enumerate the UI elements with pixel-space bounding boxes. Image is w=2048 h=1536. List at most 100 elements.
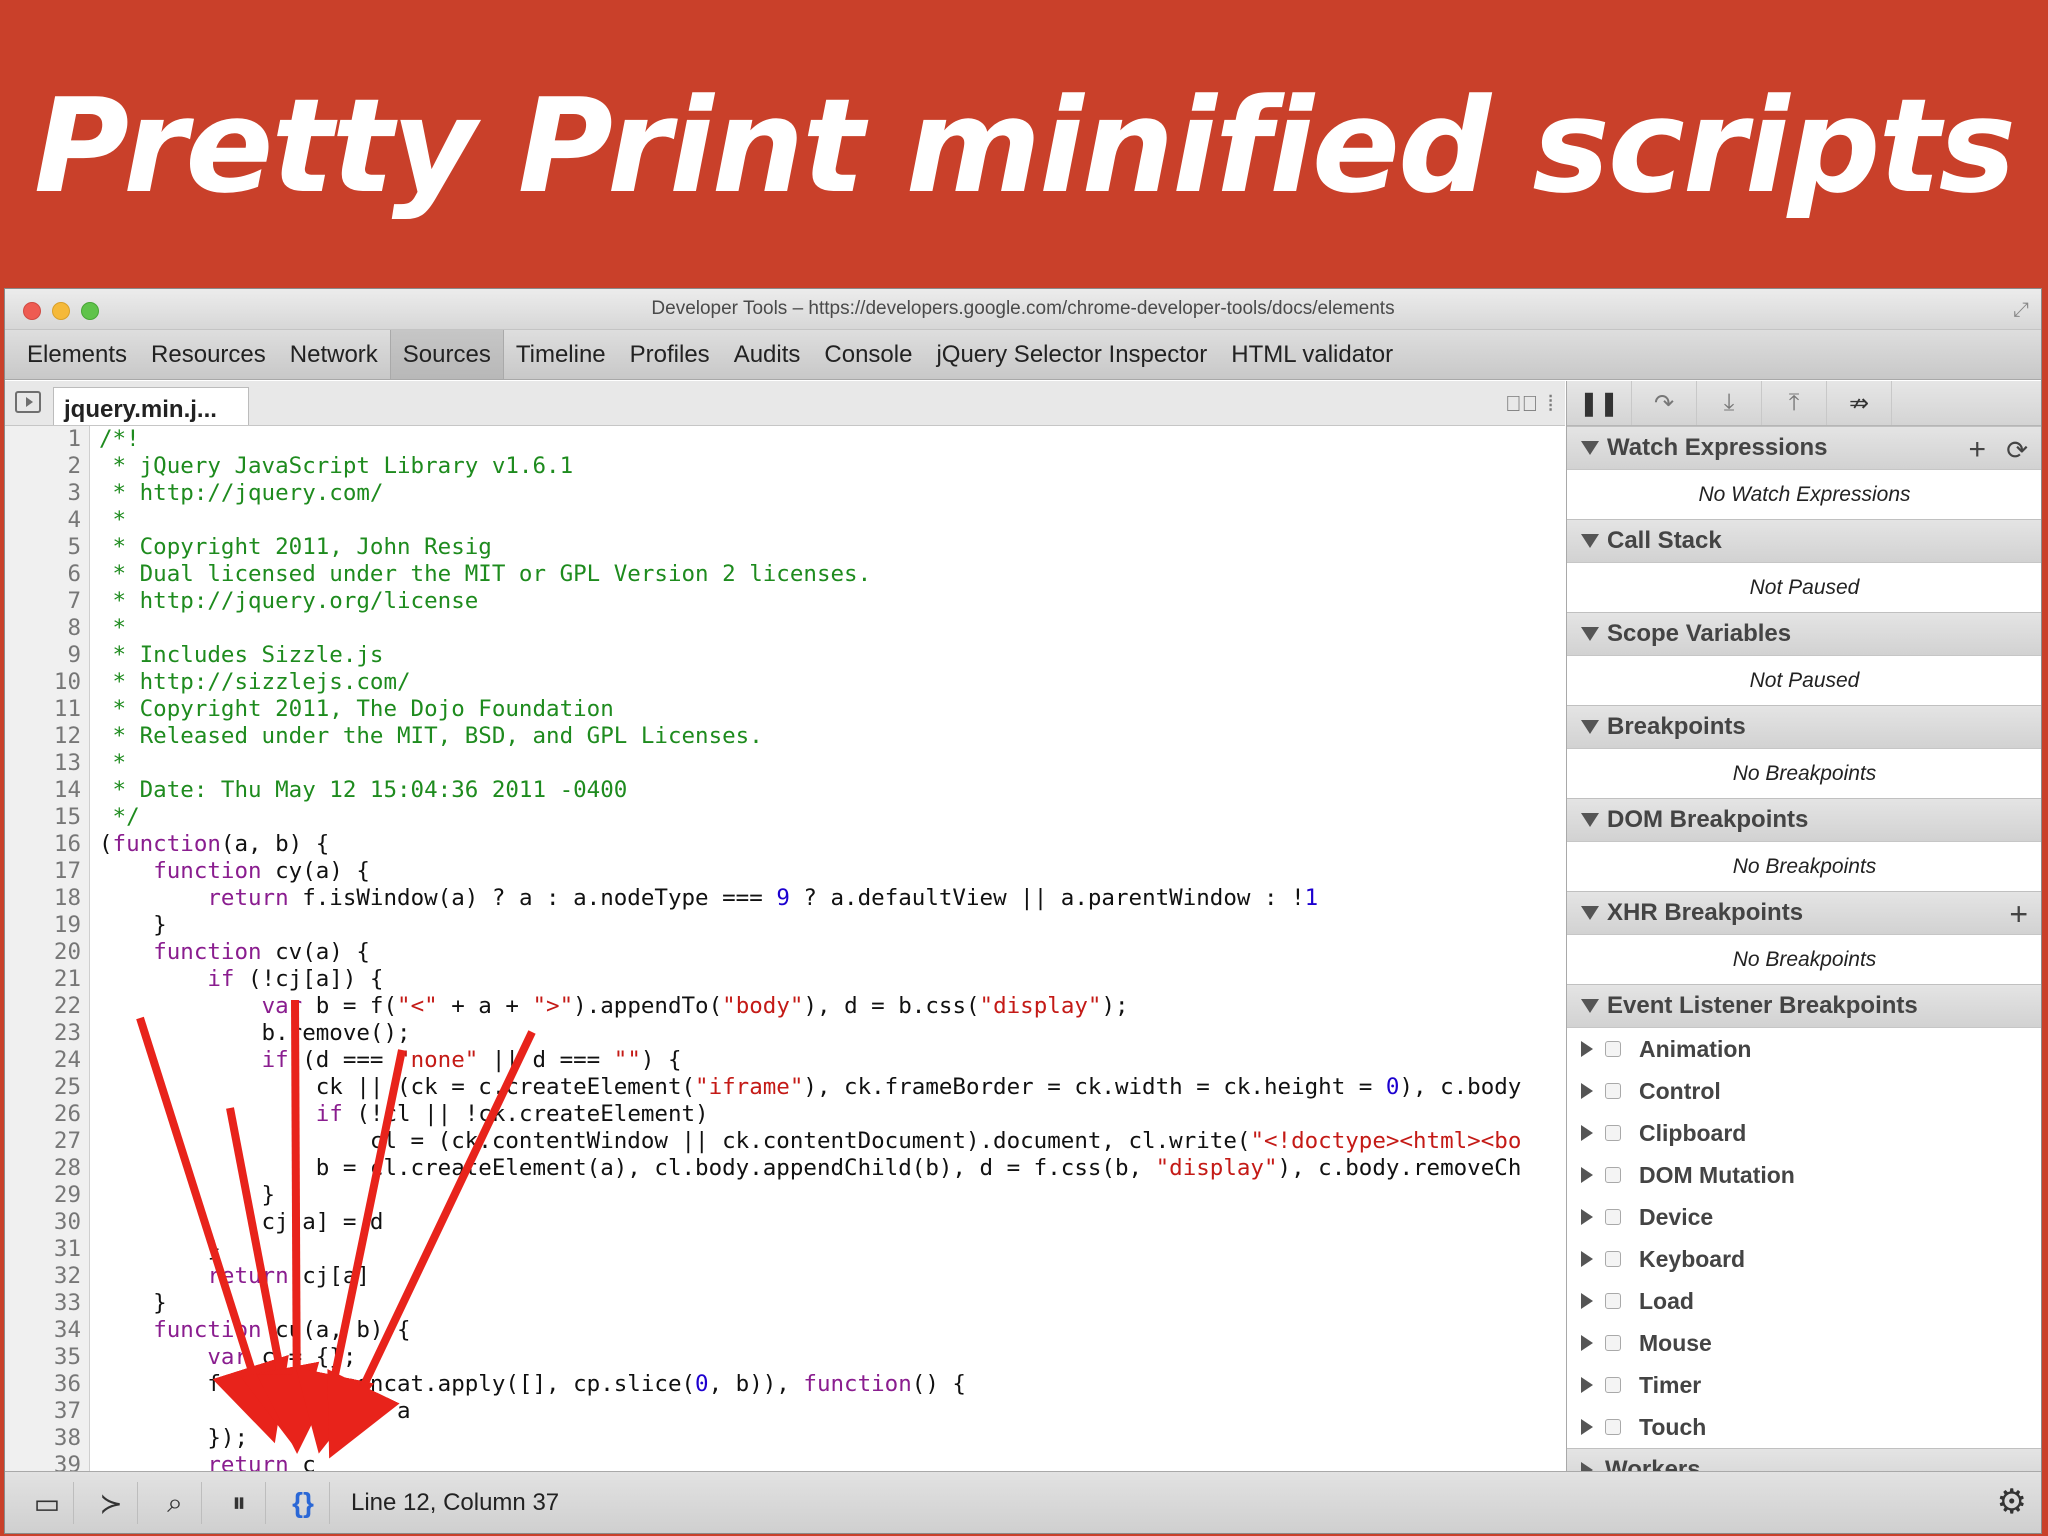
line-number[interactable]: 30 <box>5 1209 81 1236</box>
expand-triangle-icon[interactable] <box>1581 441 1599 455</box>
code-line[interactable]: 9 * Includes Sizzle.js <box>5 642 1565 669</box>
line-number[interactable]: 17 <box>5 858 81 885</box>
add-watch-icon[interactable]: + <box>1968 433 1986 467</box>
category-checkbox[interactable] <box>1605 1293 1621 1309</box>
line-number[interactable]: 2 <box>5 453 81 480</box>
code-line[interactable]: 15 */ <box>5 804 1565 831</box>
tab-timeline[interactable]: Timeline <box>504 330 618 379</box>
line-number[interactable]: 37 <box>5 1398 81 1425</box>
code-line[interactable]: 7 * http://jquery.org/license <box>5 588 1565 615</box>
line-number[interactable]: 13 <box>5 750 81 777</box>
expand-arrow-icon[interactable] <box>1581 1251 1593 1267</box>
category-checkbox[interactable] <box>1605 1335 1621 1351</box>
code-line[interactable]: 12 * Released under the MIT, BSD, and GP… <box>5 723 1565 750</box>
line-number[interactable]: 26 <box>5 1101 81 1128</box>
line-number[interactable]: 21 <box>5 966 81 993</box>
code-line[interactable]: 28 b = cl.createElement(a), cl.body.appe… <box>5 1155 1565 1182</box>
add-xhr-breakpoint-icon[interactable]: + <box>2009 896 2028 933</box>
event-category-control[interactable]: Control <box>1567 1070 2041 1112</box>
code-editor[interactable]: 1/*! 2 * jQuery JavaScript Library v1.6.1… <box>5 426 1565 1471</box>
line-number[interactable]: 22 <box>5 993 81 1020</box>
code-line[interactable]: 39 return c <box>5 1452 1565 1471</box>
expand-arrow-icon[interactable] <box>1581 1209 1593 1225</box>
expand-triangle-icon[interactable] <box>1581 534 1599 548</box>
code-line[interactable]: 8 * <box>5 615 1565 642</box>
tab-elements[interactable]: Elements <box>15 330 139 379</box>
file-tab[interactable]: jquery.min.j... <box>53 387 249 425</box>
expand-arrow-icon[interactable] <box>1581 1462 1593 1471</box>
line-number[interactable]: 32 <box>5 1263 81 1290</box>
line-number[interactable]: 19 <box>5 912 81 939</box>
line-number[interactable]: 34 <box>5 1317 81 1344</box>
console-drawer-icon[interactable]: ≻ <box>85 1482 138 1524</box>
code-line[interactable]: 32 return cj[a] <box>5 1263 1565 1290</box>
line-number[interactable]: 15 <box>5 804 81 831</box>
pause-exceptions-icon[interactable]: ⏸ <box>213 1482 266 1524</box>
code-line[interactable]: 10 * http://sizzlejs.com/ <box>5 669 1565 696</box>
expand-triangle-icon[interactable] <box>1581 813 1599 827</box>
category-checkbox[interactable] <box>1605 1041 1621 1057</box>
search-icon[interactable]: ⌕ <box>149 1482 202 1524</box>
expand-arrow-icon[interactable] <box>1581 1377 1593 1393</box>
expand-arrow-icon[interactable] <box>1581 1083 1593 1099</box>
step-into-icon[interactable]: ⤓ <box>1697 381 1762 425</box>
code-line[interactable]: 1 /*! <box>5 426 1565 453</box>
line-number[interactable]: 31 <box>5 1236 81 1263</box>
tab-resources[interactable]: Resources <box>139 330 278 379</box>
line-number[interactable]: 16 <box>5 831 81 858</box>
line-number[interactable]: 10 <box>5 669 81 696</box>
tab-audits[interactable]: Audits <box>722 330 813 379</box>
line-number[interactable]: 5 <box>5 534 81 561</box>
line-number[interactable]: 14 <box>5 777 81 804</box>
tab-network[interactable]: Network <box>278 330 390 379</box>
code-line[interactable]: 5 * Copyright 2011, John Resig <box>5 534 1565 561</box>
pretty-print-icon[interactable]: {} <box>277 1482 330 1524</box>
expand-triangle-icon[interactable] <box>1581 999 1599 1013</box>
code-line[interactable]: 2 * jQuery JavaScript Library v1.6.1 <box>5 453 1565 480</box>
event-category-keyboard[interactable]: Keyboard <box>1567 1238 2041 1280</box>
code-line[interactable]: 30 cj[a] = d <box>5 1209 1565 1236</box>
code-line[interactable]: 23 b.remove(); <box>5 1020 1565 1047</box>
line-number[interactable]: 39 <box>5 1452 81 1471</box>
line-number[interactable]: 9 <box>5 642 81 669</box>
pause-icon[interactable]: ❚❚ <box>1567 381 1632 425</box>
code-line[interactable]: 37 c[this] = a <box>5 1398 1565 1425</box>
line-number[interactable]: 23 <box>5 1020 81 1047</box>
expand-arrow-icon[interactable] <box>1581 1125 1593 1141</box>
toggle-navigator-icon[interactable] <box>15 391 41 413</box>
line-number[interactable]: 18 <box>5 885 81 912</box>
line-number[interactable]: 3 <box>5 480 81 507</box>
line-number[interactable]: 25 <box>5 1074 81 1101</box>
code-line[interactable]: 6 * Dual licensed under the MIT or GPL V… <box>5 561 1565 588</box>
gear-icon[interactable]: ⚙ <box>1997 1482 2027 1522</box>
event-category-device[interactable]: Device <box>1567 1196 2041 1238</box>
pane-header-xhr-breakpoints[interactable]: XHR Breakpoints + <box>1567 891 2041 935</box>
tab-html-validator[interactable]: HTML validator <box>1219 330 1405 379</box>
code-line[interactable]: 31 } <box>5 1236 1565 1263</box>
code-line[interactable]: 27 cl = (ck.contentWindow || ck.contentD… <box>5 1128 1565 1155</box>
code-line[interactable]: 29 } <box>5 1182 1565 1209</box>
pane-header-breakpoints[interactable]: Breakpoints <box>1567 705 2041 749</box>
pane-header-event-listener-breakpoints[interactable]: Event Listener Breakpoints <box>1567 984 2041 1028</box>
pane-header-dom-breakpoints[interactable]: DOM Breakpoints <box>1567 798 2041 842</box>
code-line[interactable]: 34 function cu(a, b) { <box>5 1317 1565 1344</box>
tab-sources[interactable]: Sources <box>389 330 504 379</box>
code-line[interactable]: 16 (function(a, b) { <box>5 831 1565 858</box>
category-checkbox[interactable] <box>1605 1377 1621 1393</box>
code-line[interactable]: 18 return f.isWindow(a) ? a : a.nodeType… <box>5 885 1565 912</box>
event-category-dom-mutation[interactable]: DOM Mutation <box>1567 1154 2041 1196</box>
category-checkbox[interactable] <box>1605 1251 1621 1267</box>
expand-arrow-icon[interactable] <box>1581 1419 1593 1435</box>
code-line[interactable]: 35 var c = {}; <box>5 1344 1565 1371</box>
code-line[interactable]: 26 if (!cl || !ck.createElement) <box>5 1101 1565 1128</box>
code-line[interactable]: 13 * <box>5 750 1565 777</box>
expand-arrow-icon[interactable] <box>1581 1167 1593 1183</box>
code-line[interactable]: 3 * http://jquery.com/ <box>5 480 1565 507</box>
code-line[interactable]: 24 if (d === "none" || d === "") { <box>5 1047 1565 1074</box>
line-number[interactable]: 6 <box>5 561 81 588</box>
code-line[interactable]: 4 * <box>5 507 1565 534</box>
expand-triangle-icon[interactable] <box>1581 720 1599 734</box>
event-category-mouse[interactable]: Mouse <box>1567 1322 2041 1364</box>
line-number[interactable]: 35 <box>5 1344 81 1371</box>
line-number[interactable]: 11 <box>5 696 81 723</box>
